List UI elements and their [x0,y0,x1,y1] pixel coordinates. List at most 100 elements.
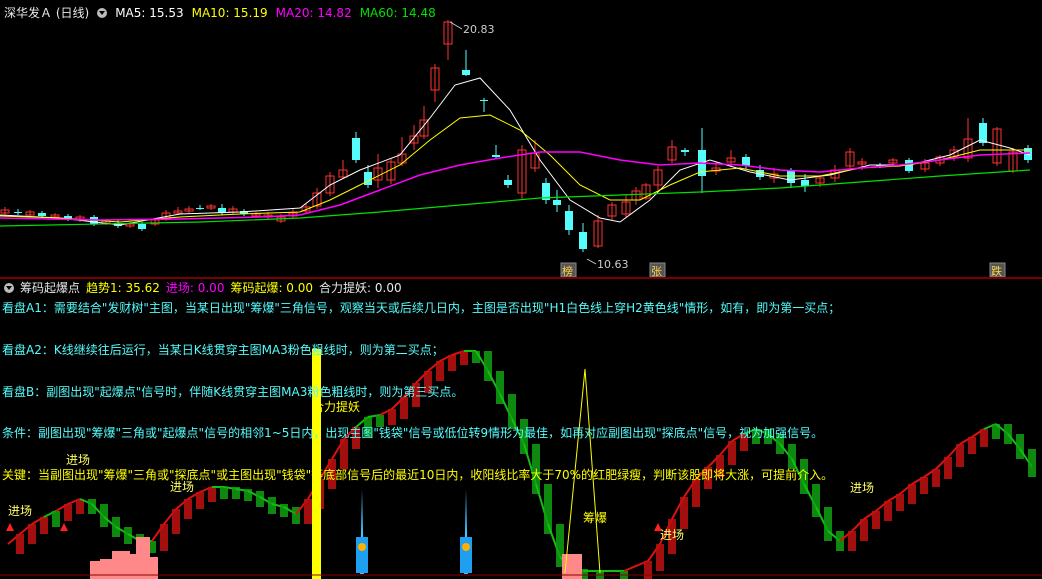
trend-bar [692,479,700,507]
trend-bar [1028,449,1036,477]
trend-bar [100,504,108,527]
trend-bar [436,361,444,381]
candle-body [480,100,488,101]
ma60-readout: MA60: 14.48 [359,6,436,20]
main-legend: 深华发Ａ (日线) MA5: 15.53 MA10: 15.19 MA20: 14.8… [4,4,444,21]
ma10-readout: MA10: 15.19 [191,6,268,20]
note-b: 看盘B：副图出现"起爆点"信号时，伴随K线贯穿主图MA3粉色粗线时，则为第三买点… [2,385,464,399]
note-a1: 看盘A1：需要结合"发财树"主图，当某日出现"筹爆"三角信号，观察当天或后续几日… [2,301,841,315]
trend-bar [872,511,880,529]
entry-arrow [60,523,68,531]
low-price-label: 10.63 [597,258,629,271]
trend-bar [160,524,168,551]
high-price-label: 20.83 [463,23,495,36]
jinchang-label: 进场 [66,453,90,467]
trend-bar [172,509,180,534]
ma60-line [0,169,1031,227]
trend-bar [968,437,976,454]
pink-bar [136,537,150,579]
ma5-readout: MA5: 15.53 [115,6,184,20]
candle-body [38,213,46,216]
trend-bar [824,507,832,541]
hehe-readout: 合力提妖: 0.00 [319,281,402,295]
trend-bar [40,517,48,534]
trend-bar [884,501,892,521]
trend-bar [64,504,72,521]
trend-bar [932,469,940,487]
trend-bar [656,544,664,571]
trend-bar [16,534,24,554]
note-key: 关键：当副图出现"筹爆"三角或"探底点"或主图出现"钱袋"等底部信号后的最近10… [2,468,834,482]
kline-panel[interactable]: 20.83 10.63 榜张跌 深华发Ａ (日线) MA5: 15.53 MA10: 1… [0,0,1042,278]
ma5-line [0,77,1031,226]
trend-bar [208,487,216,502]
note-a2: 看盘A2：K线继续往后运行，当某日K线贯穿主图MA3粉色粗线时，则为第二买点； [2,343,444,357]
ma20-readout: MA20: 14.82 [275,6,352,20]
pink-bar [90,561,100,579]
candle-body [801,180,809,186]
indicator-dropdown-icon[interactable] [4,283,14,293]
trend-bar [1016,434,1024,459]
jinchang-label: 进场 [850,481,874,495]
trend-bar [848,531,856,551]
trend-bar [896,494,904,511]
trend-bar [184,499,192,519]
chip-burst-readout: 筹码起爆: 0.00 [230,281,314,295]
trend-bar [956,444,964,467]
blue-spike-body [356,537,368,573]
trend-bar [944,457,952,479]
trend-bar [980,429,988,447]
indicator-legend: 筹码起爆点 趋势1: 35.62 进场: 0.00 筹码起爆: 0.00 合力提妖: 0… [4,279,408,296]
indicator-name[interactable]: 筹码起爆点 [20,281,80,295]
chou-bao-label: 筹爆 [583,511,607,525]
indicator-panel[interactable]: 合力提妖 筹爆 进场 进场 进场 进场 进场 筹码起爆点 趋势1: 35.62 进场: 0.00… [0,279,1042,579]
trend-bar [244,489,252,501]
low-pointer [586,258,597,265]
trend-bar [728,441,736,465]
jinchang-label: 进场 [8,504,32,518]
candle-body [787,171,795,183]
jinchang-label: 进场 [660,528,684,542]
candle-body [352,138,360,160]
candle-body [138,224,146,229]
trend-bar [448,355,456,371]
candle-body [504,180,512,185]
candle-body [364,172,372,185]
badge-bang: 榜 [562,264,573,278]
trend-bar [400,397,408,419]
candle-body [681,150,689,152]
entry-arrow [654,523,662,531]
runner-icon [358,543,366,551]
candle-body [14,212,22,213]
hehe-label: 合力提妖 [312,399,360,414]
stock-title[interactable]: 深华发Ａ (日线) [4,6,89,20]
trend-bar [52,511,60,527]
trend-readout: 趋势1: 35.62 [86,281,160,295]
trend-bar [644,561,652,579]
candle-body [565,211,573,230]
dropdown-icon[interactable] [97,8,108,18]
trend-bar [860,519,868,541]
ma20-line [0,151,1031,221]
trend-bar [280,504,288,517]
runner-icon [462,543,470,551]
candle-body [462,70,470,75]
candle-body [553,200,561,205]
pink-bar [148,557,158,579]
trend-bar [920,477,928,494]
entry-readout: 进场: 0.00 [165,281,225,295]
kline-chart[interactable]: 20.8310.63榜张跌 [0,0,1042,278]
trend-bar [388,409,396,425]
blue-spike-body [460,537,472,573]
trend-bar [908,484,916,504]
trend-bar [460,351,468,365]
pink-bar [100,559,114,579]
trend-bar [340,439,348,469]
candle-body [492,155,500,157]
candle-body [579,232,587,249]
badge-die: 跌 [991,264,1002,278]
ma10-line [0,114,1030,223]
candle-body [196,208,204,209]
entry-arrow [6,523,14,531]
trend-bar [28,524,36,544]
